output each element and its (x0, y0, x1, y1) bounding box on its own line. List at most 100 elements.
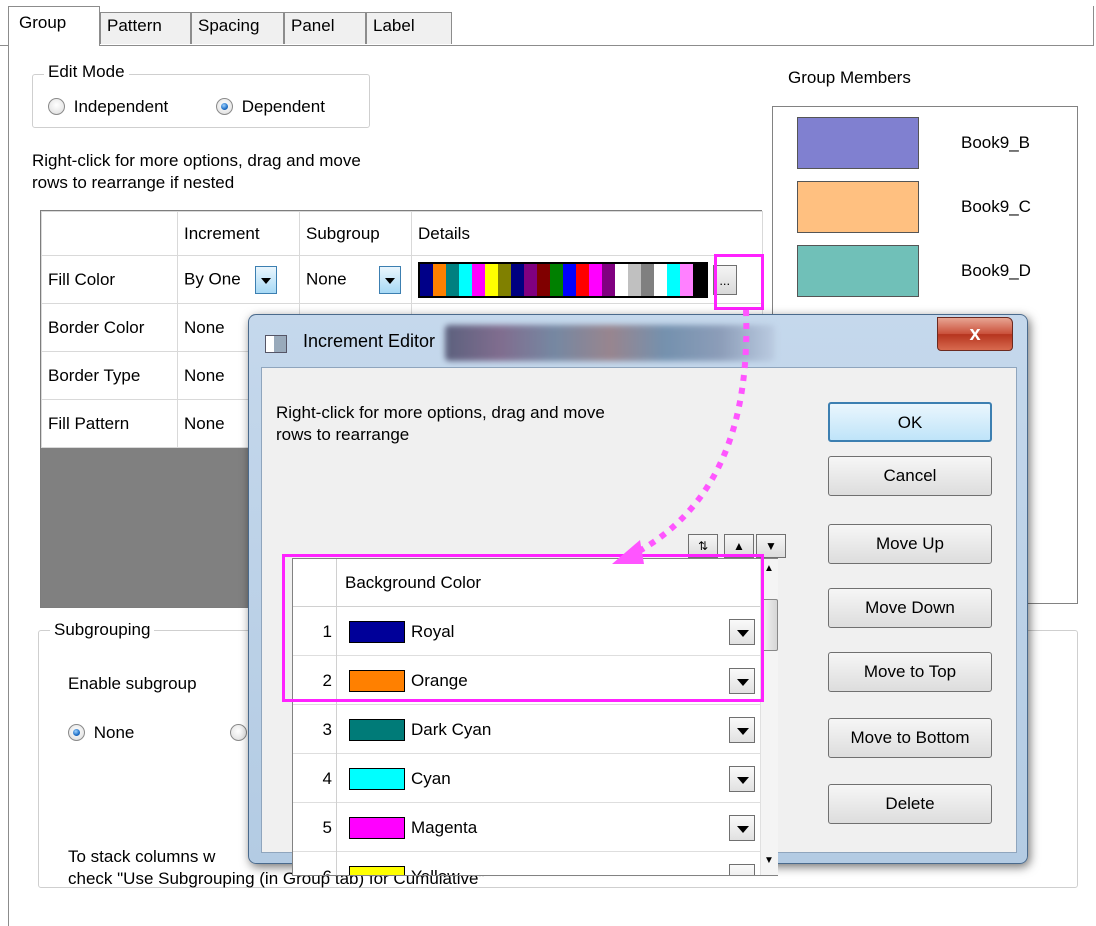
grid-header-corner (41, 211, 178, 256)
color-strip-segment (563, 263, 576, 296)
color-strip-segment (589, 263, 602, 296)
row-label: Border Type (41, 351, 178, 400)
cancel-button[interactable]: Cancel (828, 456, 992, 496)
color-name: Yellow (411, 852, 460, 875)
row-label: Border Color (41, 303, 178, 352)
color-strip-segment (680, 263, 693, 296)
color-dropdown-button[interactable] (729, 815, 755, 841)
tab-group[interactable]: Group (8, 6, 100, 46)
radio-dependent-circle[interactable] (216, 98, 233, 116)
row-label: Fill Color (41, 255, 178, 304)
color-swatch (349, 719, 405, 741)
move-up-button[interactable]: Move Up (828, 524, 992, 564)
hint-line-2: rows to rearrange if nested (32, 173, 235, 192)
color-dropdown-button[interactable] (729, 864, 755, 875)
color-strip-segment (524, 263, 537, 296)
move-to-bottom-button[interactable]: Move to Bottom (828, 718, 992, 758)
list-item[interactable]: 6 Yellow (293, 852, 777, 875)
list-item[interactable]: 4 Cyan (293, 754, 777, 803)
scrollbar-thumb[interactable] (762, 599, 778, 651)
color-strip-segment (550, 263, 563, 296)
move-to-top-button[interactable]: Move to Top (828, 652, 992, 692)
radio-independent-label: Independent (73, 96, 169, 116)
window-icon (265, 335, 287, 353)
delete-button[interactable]: Delete (828, 784, 992, 824)
tab-spacing[interactable]: Spacing (191, 12, 284, 44)
radio-independent[interactable]: Independent (48, 96, 168, 117)
color-strip-segment (654, 263, 667, 296)
color-strip-segment (641, 263, 654, 296)
increment-dropdown-button[interactable] (255, 265, 278, 294)
tab-bar: Group Pattern Spacing Panel Label (0, 0, 1096, 46)
details-cell[interactable]: ... (411, 255, 763, 304)
annotation-arrow (612, 309, 750, 564)
member-swatch (797, 181, 919, 233)
radio-subgroup-other-circle[interactable] (230, 724, 247, 742)
color-strip-segment (602, 263, 615, 296)
panel-border (1093, 6, 1094, 46)
member-name: Book9_D (961, 261, 1031, 280)
tab-panel[interactable]: Panel (284, 12, 366, 44)
tab-label[interactable]: Label (366, 12, 452, 44)
radio-dependent-label: Dependent (241, 96, 325, 116)
increment-value: By One (184, 268, 241, 288)
color-strip-segment (667, 263, 680, 296)
scroll-down-arrow-icon[interactable]: ▼ (764, 855, 774, 866)
color-name: Dark Cyan (411, 720, 492, 739)
member-name: Book9_B (961, 133, 1030, 152)
color-strip-segment (498, 263, 511, 296)
close-button[interactable]: x (937, 317, 1013, 351)
row-label: Fill Pattern (41, 399, 178, 448)
dialog-hint-line-1: Right-click for more options, drag and m… (276, 403, 605, 422)
list-item[interactable]: 3 Dark Cyan (293, 705, 777, 754)
color-strip-segment (693, 263, 706, 296)
list-item[interactable]: 5 Magenta (293, 803, 777, 852)
color-swatch (349, 866, 405, 875)
member-swatch (797, 117, 919, 169)
member-swatch (797, 245, 919, 297)
grid-header-subgroup[interactable]: Subgroup (299, 211, 412, 256)
grid-header-details[interactable]: Details (411, 211, 763, 256)
radio-subgroup-none-circle[interactable] (68, 724, 85, 742)
color-dropdown-button[interactable] (729, 717, 755, 743)
table-row[interactable]: Fill Color By One None ... (41, 255, 763, 304)
color-strip-segment (485, 263, 498, 296)
member-name: Book9_C (961, 197, 1031, 216)
hint-line-1: Right-click for more options, drag and m… (32, 151, 361, 170)
subgroup-cell[interactable]: None (299, 255, 412, 304)
color-strip-segment (446, 263, 459, 296)
color-strip-segment (628, 263, 641, 296)
radio-subgroup-none[interactable]: None (68, 722, 134, 743)
radio-subgroup-none-label: None (93, 722, 135, 742)
arrowhead-icon (612, 540, 644, 564)
grid-header-row: Increment Subgroup Details (41, 211, 763, 256)
edit-mode-title: Edit Mode (44, 62, 129, 82)
radio-subgroup-other[interactable] (230, 722, 247, 742)
color-increment-strip[interactable] (418, 261, 708, 298)
dialog-hint: Right-click for more options, drag and m… (276, 402, 605, 446)
subgroup-dropdown-button[interactable] (379, 265, 402, 294)
tab-divider (0, 45, 1094, 46)
color-strip-segment (433, 263, 446, 296)
radio-dependent[interactable]: Dependent (216, 96, 325, 117)
color-strip-segment (537, 263, 550, 296)
color-dropdown-button[interactable] (729, 766, 755, 792)
color-strip-segment (420, 263, 433, 296)
panel-border-left (8, 45, 9, 926)
tab-pattern[interactable]: Pattern (100, 12, 191, 44)
color-strip-segment (511, 263, 524, 296)
color-strip-segment (615, 263, 628, 296)
ok-button[interactable]: OK (828, 402, 992, 442)
arrow-path (628, 309, 750, 559)
dialog-hint-line-2: rows to rearrange (276, 425, 410, 444)
subgrouping-title: Subgrouping (50, 620, 155, 640)
grid-header-increment[interactable]: Increment (177, 211, 300, 256)
row-number: 4 (293, 754, 337, 803)
row-number: 3 (293, 705, 337, 754)
radio-independent-circle[interactable] (48, 98, 65, 116)
row-number: 5 (293, 803, 337, 852)
enable-subgroup-label: Enable subgroup (68, 674, 197, 693)
move-down-button[interactable]: Move Down (828, 588, 992, 628)
color-strip-segment (576, 263, 589, 296)
increment-cell[interactable]: By One (177, 255, 300, 304)
